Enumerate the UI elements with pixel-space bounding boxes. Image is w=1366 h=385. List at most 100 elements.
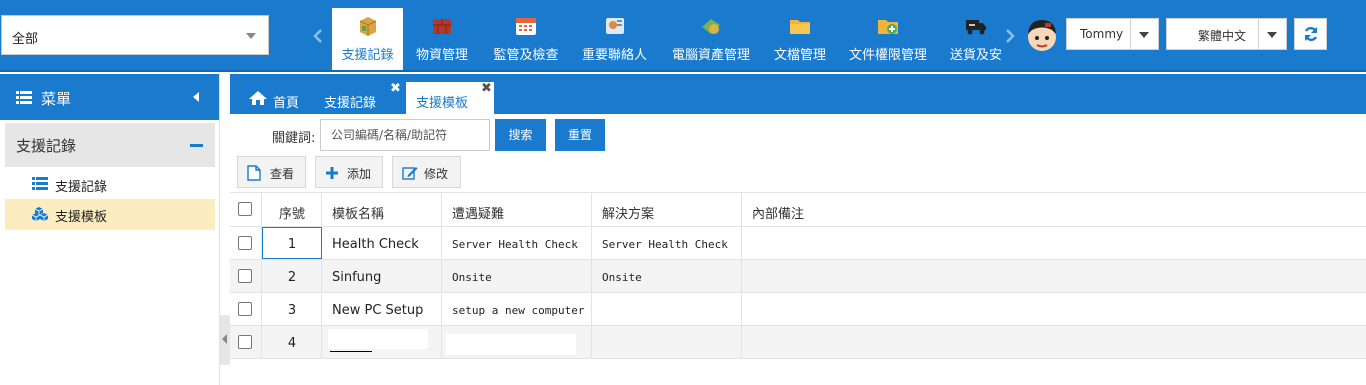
module-contacts[interactable]: 重要聯絡人 [578, 8, 651, 70]
folder-icon [790, 20, 810, 34]
edit-icon [402, 167, 418, 180]
module-asset-mgmt[interactable]: 電腦資產管理 [666, 8, 756, 70]
view-button-label: 查看 [270, 167, 295, 181]
plus-icon [326, 167, 338, 179]
problem-text: Onsite [452, 271, 492, 284]
close-icon[interactable]: ✖ [390, 81, 401, 96]
module-label: 物資管理 [415, 48, 468, 63]
truck-icon [966, 20, 986, 35]
edit-button-label: 修改 [424, 167, 449, 181]
edit-button[interactable]: 修改 [392, 156, 461, 188]
user-name: Tommy [1080, 27, 1124, 41]
keyword-input[interactable] [320, 119, 490, 151]
collapse-left-icon [222, 334, 227, 344]
tab-support-templates[interactable]: 支援模板 ✖ [406, 81, 494, 114]
column-header[interactable]: 解決方案 [592, 193, 742, 226]
column-header[interactable]: 序號 [262, 193, 322, 226]
view-button[interactable]: 查看 [237, 156, 306, 188]
problem-text: Server Health Check [452, 238, 578, 251]
module-label: 文檔管理 [773, 48, 826, 63]
sidebar-section-support-records[interactable]: 支援記錄 [5, 123, 215, 167]
table-row[interactable]: 3 New PC Setup setup a new computer [230, 293, 1366, 326]
tab-support-records[interactable]: 支援記錄 ✖ [320, 81, 406, 114]
table-row[interactable]: 4 [230, 326, 1366, 359]
sidebar-item-support-templates[interactable]: 支援模板 [5, 199, 215, 230]
module-documents[interactable]: 文檔管理 [770, 8, 830, 70]
module-supervision[interactable]: 監管及檢查 [488, 8, 564, 70]
row-number: 1 [287, 237, 297, 252]
column-header[interactable]: 遭遇疑難 [442, 193, 592, 226]
module-label: 送貨及安 [949, 48, 1002, 63]
avatar[interactable] [1025, 16, 1059, 54]
table-header-row: 序號 模板名稱 遭遇疑難 解決方案 內部備注 [230, 192, 1366, 227]
tab-label: 首頁 [273, 96, 300, 111]
solution-text: Server Health Check [602, 238, 728, 251]
sidebar-collapse-handle[interactable] [220, 315, 230, 365]
template-name: Health Check [332, 237, 419, 252]
tab-label: 支援記錄 [324, 96, 377, 111]
table-row[interactable]: 1 Health Check Server Health Check Serve… [230, 227, 1366, 260]
menu-list-icon [16, 91, 32, 104]
module-label: 文件權限管理 [848, 48, 927, 63]
module-material-mgmt[interactable]: 物資管理 [411, 8, 473, 70]
redacted-block [328, 329, 428, 349]
row-checkbox[interactable] [238, 302, 252, 316]
module-delivery[interactable]: 送貨及安 [947, 8, 1005, 70]
tab-home[interactable]: 首頁 [242, 82, 320, 114]
bricks-icon [433, 19, 451, 34]
sidebar: 菜單 支援記錄 支援記錄 支援模板 [0, 72, 220, 385]
folder-add-icon [878, 20, 898, 34]
list-icon [32, 177, 48, 190]
chevron-down-icon [1139, 32, 1149, 38]
collapse-left-icon[interactable] [193, 92, 199, 102]
sidebar-title: 菜單 [41, 90, 72, 108]
add-button-label: 添加 [347, 167, 372, 181]
sidebar-section-label: 支援記錄 [16, 137, 77, 155]
sidebar-item-label: 支援模板 [55, 210, 108, 225]
reset-button[interactable]: 重置 [555, 119, 605, 151]
column-header[interactable]: 模板名稱 [322, 193, 442, 226]
row-number: 2 [287, 270, 297, 285]
row-number: 3 [287, 303, 297, 318]
column-header[interactable]: 內部備注 [742, 193, 1366, 226]
redacted-underline [330, 351, 372, 352]
home-icon [249, 91, 267, 105]
search-button[interactable]: 搜索 [495, 119, 546, 151]
refresh-button[interactable] [1294, 18, 1327, 50]
contact-card-icon [605, 18, 624, 34]
language-dropdown[interactable]: 繁體中文 [1166, 18, 1287, 50]
template-name: Sinfung [332, 270, 382, 285]
module-doc-permissions[interactable]: 文件權限管理 [845, 8, 931, 70]
row-checkbox[interactable] [238, 236, 252, 250]
cubes-icon [32, 207, 49, 221]
select-all-checkbox[interactable] [238, 202, 252, 216]
minus-icon [190, 144, 203, 147]
table-row[interactable]: 2 Sinfung Onsite Onsite [230, 260, 1366, 293]
tab-bar: 首頁 支援記錄 ✖ 支援模板 ✖ [230, 74, 1366, 114]
row-checkbox[interactable] [238, 335, 252, 349]
user-dropdown[interactable]: Tommy [1066, 18, 1159, 50]
module-label: 重要聯絡人 [581, 48, 647, 63]
refresh-icon [1304, 27, 1318, 41]
money-icon [702, 19, 720, 34]
problem-text: setup a new computer [452, 304, 585, 317]
module-support-records[interactable]: 支援記錄 [332, 8, 403, 70]
top-header: 全部 支援記錄 物資管理 監管及檢查 重要聯絡人 電腦資產管理 文檔管理 文件權… [0, 0, 1366, 72]
row-number: 4 [287, 336, 297, 351]
keyword-label: 關鍵詞: [272, 131, 316, 146]
sidebar-header: 菜單 [0, 74, 219, 120]
module-label: 支援記錄 [341, 48, 394, 63]
chevron-left-icon[interactable] [313, 28, 325, 44]
sidebar-item-support-records[interactable]: 支援記錄 [5, 169, 215, 200]
sidebar-item-label: 支援記錄 [55, 180, 108, 195]
box-icon [359, 17, 376, 36]
row-checkbox[interactable] [238, 269, 252, 283]
tab-label: 支援模板 [416, 96, 469, 111]
module-label: 電腦資產管理 [671, 48, 750, 63]
module-label: 監管及檢查 [493, 48, 559, 63]
close-icon[interactable]: ✖ [481, 81, 492, 96]
chevron-right-icon[interactable] [1005, 28, 1017, 44]
add-button[interactable]: 添加 [315, 156, 383, 188]
calendar-icon [516, 18, 536, 35]
scope-select[interactable]: 全部 [1, 15, 269, 55]
